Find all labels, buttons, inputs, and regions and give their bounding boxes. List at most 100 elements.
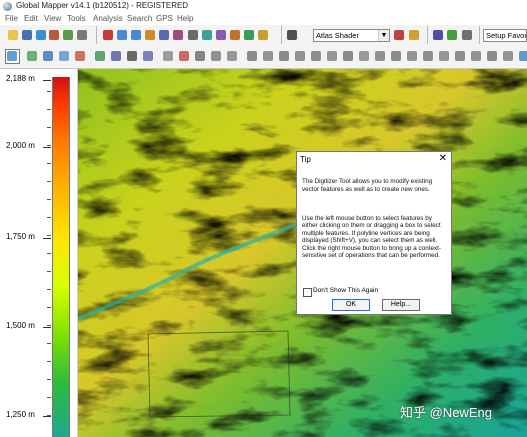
edit-tool-button[interactable] bbox=[25, 49, 40, 64]
edit-tool-button[interactable] bbox=[109, 49, 124, 64]
edit-tool-button[interactable] bbox=[193, 49, 208, 64]
zoom-box-button[interactable] bbox=[143, 28, 157, 42]
window-title: Global Mapper v14.1 (b120512) - REGISTER… bbox=[16, 1, 189, 10]
paint-button[interactable] bbox=[392, 28, 406, 42]
script-button[interactable] bbox=[431, 28, 445, 42]
elevation-minor-tick bbox=[47, 91, 51, 92]
zoom-in-button[interactable] bbox=[115, 28, 129, 42]
pan-button[interactable] bbox=[157, 28, 171, 42]
edit-tool-button[interactable] bbox=[437, 49, 452, 64]
edit-tool-icon bbox=[439, 51, 449, 61]
save-button[interactable] bbox=[20, 28, 34, 42]
digitizer-tool-button[interactable] bbox=[5, 49, 20, 64]
ok-button[interactable]: OK bbox=[332, 299, 370, 311]
layers-button[interactable] bbox=[47, 28, 61, 42]
binoculars-button[interactable] bbox=[285, 28, 299, 42]
table-icon bbox=[462, 30, 472, 40]
open-folder-button[interactable] bbox=[6, 28, 20, 42]
edit-tool-button[interactable] bbox=[125, 49, 140, 64]
edit-tool-icon bbox=[179, 51, 189, 61]
dont-show-again-label[interactable]: Don't Show This Again bbox=[313, 287, 378, 294]
menu-analysis[interactable]: Analysis bbox=[93, 14, 123, 23]
folder-button[interactable] bbox=[407, 28, 421, 42]
edit-tool-button[interactable] bbox=[245, 49, 260, 64]
chart-button[interactable] bbox=[445, 28, 459, 42]
edit-tool-button[interactable] bbox=[357, 49, 372, 64]
table-button[interactable] bbox=[460, 28, 474, 42]
shader-button[interactable] bbox=[256, 28, 270, 42]
path-icon bbox=[230, 30, 240, 40]
close-icon[interactable]: ✕ bbox=[439, 153, 447, 164]
menu-tools[interactable]: Tools bbox=[67, 14, 86, 23]
edit-tool-icon bbox=[163, 51, 173, 61]
menu-file[interactable]: File bbox=[5, 14, 18, 23]
setup-favorites-dropdown[interactable]: Setup Favorite bbox=[483, 29, 527, 42]
elevation-minor-tick bbox=[47, 271, 51, 272]
edit-tool-button[interactable] bbox=[501, 49, 516, 64]
menu-view[interactable]: View bbox=[44, 14, 61, 23]
grid-button[interactable] bbox=[186, 28, 200, 42]
edit-tool-button[interactable] bbox=[341, 49, 356, 64]
edit-tool-button[interactable] bbox=[405, 49, 420, 64]
select-button[interactable] bbox=[101, 28, 115, 42]
toolbar-separator bbox=[281, 26, 282, 44]
edit-tool-button[interactable] bbox=[93, 49, 108, 64]
edit-tool-button[interactable] bbox=[73, 49, 88, 64]
help-button[interactable]: Help... bbox=[382, 299, 420, 311]
save-icon bbox=[22, 30, 32, 40]
toolbar-separator bbox=[479, 26, 480, 44]
elevation-minor-tick bbox=[47, 163, 51, 164]
image-button[interactable] bbox=[200, 28, 214, 42]
edit-tool-button[interactable] bbox=[421, 49, 436, 64]
edit-tool-button[interactable] bbox=[225, 49, 240, 64]
elevation-label-1500: 1,500 m bbox=[6, 321, 35, 330]
edit-tool-icon bbox=[359, 51, 369, 61]
zoom-out-button[interactable] bbox=[129, 28, 143, 42]
edit-tool-button[interactable] bbox=[261, 49, 276, 64]
edit-tool-button[interactable] bbox=[141, 49, 156, 64]
shader-dropdown[interactable]: Atlas Shader ▼ bbox=[313, 29, 390, 42]
edit-tool-button[interactable] bbox=[309, 49, 324, 64]
map-icon bbox=[244, 30, 254, 40]
menu-gps[interactable]: GPS bbox=[156, 14, 173, 23]
edit-tool-button[interactable] bbox=[209, 49, 224, 64]
path-button[interactable] bbox=[228, 28, 242, 42]
tools-button[interactable] bbox=[75, 28, 89, 42]
edit-tool-button[interactable] bbox=[469, 49, 484, 64]
digitizer-pen-icon bbox=[7, 51, 17, 61]
edit-tool-button[interactable] bbox=[41, 49, 56, 64]
edit-tool-button[interactable] bbox=[389, 49, 404, 64]
edit-tool-icon bbox=[519, 51, 527, 61]
edit-tool-button[interactable] bbox=[293, 49, 308, 64]
chevron-down-icon[interactable]: ▼ bbox=[378, 30, 389, 41]
menu-edit[interactable]: Edit bbox=[24, 14, 38, 23]
measure-button[interactable] bbox=[171, 28, 185, 42]
config-button[interactable] bbox=[61, 28, 75, 42]
edit-tool-icon bbox=[311, 51, 321, 61]
edit-tool-button[interactable] bbox=[57, 49, 72, 64]
edit-tool-button[interactable] bbox=[373, 49, 388, 64]
elevation-minor-tick bbox=[47, 127, 51, 128]
edit-tool-button[interactable] bbox=[177, 49, 192, 64]
edit-tool-icon bbox=[487, 51, 497, 61]
edit-tool-icon bbox=[75, 51, 85, 61]
edit-tool-button[interactable] bbox=[453, 49, 468, 64]
edit-tool-button[interactable] bbox=[517, 49, 527, 64]
edit-tool-icon bbox=[455, 51, 465, 61]
edit-tool-button[interactable] bbox=[485, 49, 500, 64]
open-folder-icon bbox=[8, 30, 18, 40]
globe-button[interactable] bbox=[34, 28, 48, 42]
edit-tool-button[interactable] bbox=[325, 49, 340, 64]
menu-help[interactable]: Help bbox=[177, 14, 193, 23]
app-globe-icon bbox=[3, 2, 12, 11]
map-button[interactable] bbox=[242, 28, 256, 42]
edit-tool-button[interactable] bbox=[161, 49, 176, 64]
elevation-minor-tick bbox=[47, 145, 51, 146]
edit-tool-icon bbox=[27, 51, 37, 61]
3d-view-button[interactable] bbox=[214, 28, 228, 42]
edit-tool-icon bbox=[111, 51, 121, 61]
config-icon bbox=[63, 30, 73, 40]
menu-search[interactable]: Search bbox=[127, 14, 152, 23]
dont-show-again-checkbox[interactable] bbox=[303, 288, 312, 297]
edit-tool-button[interactable] bbox=[277, 49, 292, 64]
